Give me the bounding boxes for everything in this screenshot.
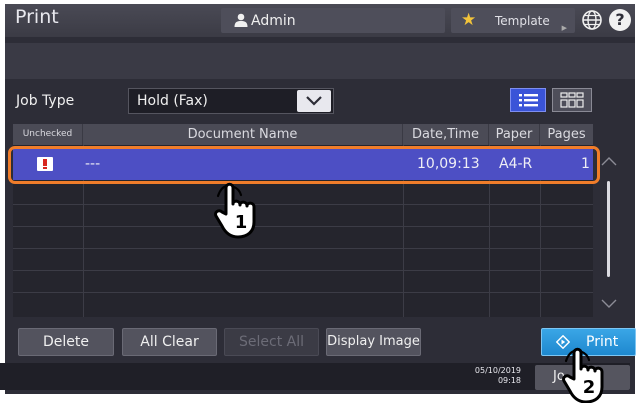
time-text: 09:18 <box>497 376 521 385</box>
star-icon: ★ <box>461 10 477 30</box>
thumbnail-view-button[interactable] <box>552 88 592 112</box>
row-divider <box>13 270 593 271</box>
info-strip <box>5 43 635 79</box>
column-unchecked[interactable]: Unchecked <box>13 124 83 145</box>
scroll-down-icon[interactable] <box>598 295 620 313</box>
step-2-number: 2 <box>583 377 596 398</box>
all-clear-button[interactable]: All Clear <box>122 328 217 356</box>
user-name: Admin <box>251 13 296 29</box>
column-pages[interactable]: Pages <box>540 124 593 145</box>
chevron-down-icon[interactable] <box>297 90 331 112</box>
date-text: 05/10/2019 <box>474 366 521 375</box>
header-bar: Print Admin ★ Template ▶ ? <box>5 4 635 37</box>
column-document-name[interactable]: Document Name <box>83 124 403 145</box>
row-divider <box>13 248 593 249</box>
scroll-up-icon[interactable] <box>598 153 620 171</box>
tap-hand-icon-step-1: 1 <box>214 182 256 239</box>
column-date-time[interactable]: Date,Time <box>403 124 489 145</box>
row-divider <box>13 226 593 227</box>
corner-caret-icon: ▶ <box>561 24 567 32</box>
tap-hand-icon-step-2: 2 <box>562 347 604 403</box>
row-divider <box>13 204 593 205</box>
help-icon[interactable]: ? <box>609 9 631 31</box>
table-header: Unchecked Document Name Date,Time Paper … <box>13 124 593 145</box>
page-title: Print <box>15 6 59 28</box>
display-image-button[interactable]: Display Image <box>326 328 421 356</box>
scroll-thumb[interactable] <box>607 181 610 277</box>
row-divider <box>13 292 593 293</box>
template-label: Template <box>495 14 550 28</box>
globe-icon[interactable] <box>581 9 603 31</box>
step-1-number: 1 <box>235 212 248 233</box>
thumbnail-view-icon <box>560 92 584 108</box>
job-type-value: Hold (Fax) <box>137 93 208 109</box>
user-icon <box>234 13 248 27</box>
column-paper[interactable]: Paper <box>489 124 540 145</box>
datetime-display: 05/10/2019 09:18 <box>447 366 521 386</box>
delete-button[interactable]: Delete <box>18 328 114 356</box>
job-type-dropdown[interactable]: Hold (Fax) <box>128 88 334 114</box>
template-button[interactable]: ★ Template ▶ <box>451 8 575 33</box>
job-type-label: Job Type <box>16 93 75 109</box>
table-scrollbar[interactable] <box>598 145 620 315</box>
select-all-button[interactable]: Select All <box>224 328 319 356</box>
selection-highlight <box>8 146 600 184</box>
list-view-button[interactable] <box>510 88 546 112</box>
user-button[interactable]: Admin <box>221 8 445 33</box>
list-view-icon <box>519 94 538 107</box>
